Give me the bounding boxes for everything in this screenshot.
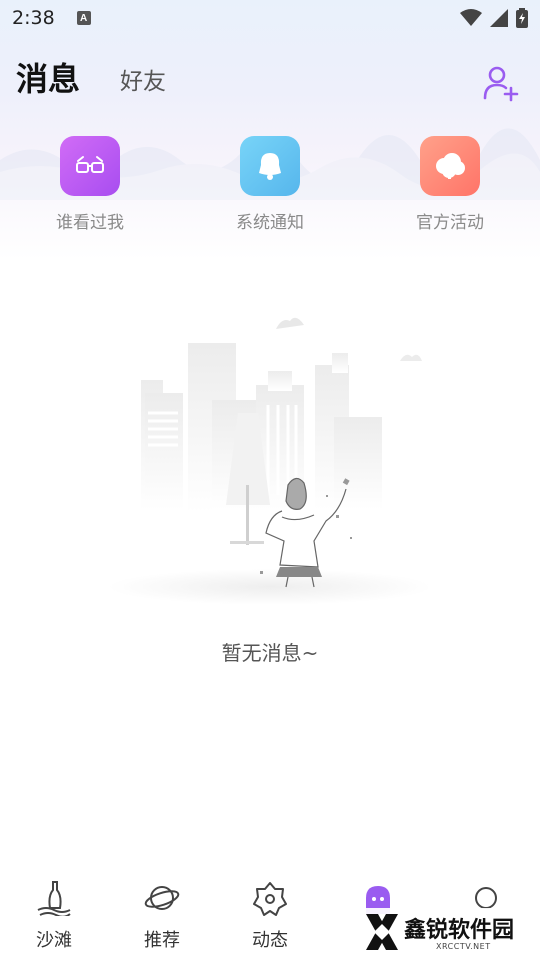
watermark-logo xyxy=(366,914,398,950)
status-time: 2:38 xyxy=(12,7,55,29)
tab-friends[interactable]: 好友 xyxy=(120,62,166,96)
tab-messages[interactable]: 消息 xyxy=(16,54,80,100)
system-notice-label: 系统通知 xyxy=(236,213,304,233)
nav-item-moments[interactable]: 动态 xyxy=(230,880,310,952)
watermark-title: 鑫锐软件园 xyxy=(404,918,515,943)
header: 消息 好友 xyxy=(0,52,540,102)
bell-icon xyxy=(240,136,300,196)
flower-icon xyxy=(253,882,287,916)
watermark-subtitle: XRCCTV.NET xyxy=(436,942,491,951)
empty-messages-illustration xyxy=(108,317,432,605)
wifi-icon xyxy=(460,9,482,26)
planet-icon xyxy=(144,886,180,910)
nav-label-moments: 动态 xyxy=(252,930,288,951)
nav-label-recommend: 推荐 xyxy=(144,930,180,951)
empty-state-text: 暂无消息~ xyxy=(221,641,319,665)
cloud-icon xyxy=(420,136,480,196)
quick-entries: 谁看过我 系统通知 官方活动 xyxy=(0,136,540,236)
who-viewed-me-entry[interactable]: 谁看过我 xyxy=(30,136,150,233)
status-indicators xyxy=(460,8,528,28)
nav-label-beach: 沙滩 xyxy=(36,930,72,951)
watermark: 鑫锐软件园 XRCCTV.NET xyxy=(362,908,532,958)
signal-icon xyxy=(490,9,508,27)
glasses-icon xyxy=(60,136,120,196)
battery-icon xyxy=(516,8,528,28)
who-viewed-me-label: 谁看过我 xyxy=(56,213,124,233)
status-bar: 2:38 A xyxy=(0,0,540,36)
system-notice-entry[interactable]: 系统通知 xyxy=(210,136,330,233)
nav-item-recommend[interactable]: 推荐 xyxy=(122,880,202,952)
nav-item-beach[interactable]: 沙滩 xyxy=(14,880,94,952)
a-icon: A xyxy=(76,11,91,25)
official-events-label: 官方活动 xyxy=(416,213,484,233)
official-events-entry[interactable]: 官方活动 xyxy=(390,136,510,233)
beach-icon xyxy=(37,881,71,916)
add-user-icon[interactable] xyxy=(482,64,520,102)
